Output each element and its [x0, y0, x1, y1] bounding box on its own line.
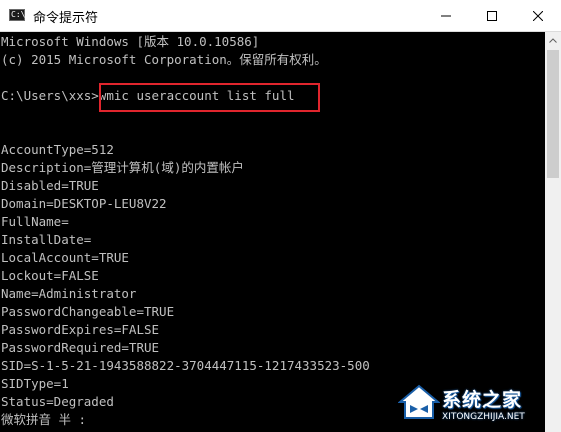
console-line: InstallDate= — [1, 232, 92, 247]
console-line: FullName= — [1, 214, 69, 229]
command-highlight-box — [99, 83, 320, 112]
console-line: LocalAccount=TRUE — [1, 250, 129, 265]
console-line: SIDType=1 — [1, 376, 69, 391]
console-line: Disabled=TRUE — [1, 178, 99, 193]
console-line: SID=S-1-5-21-1943588822-3704447115-12174… — [1, 358, 370, 373]
console-line: Status=Degraded — [1, 394, 114, 409]
console-line: AccountType=512 — [1, 142, 114, 157]
console-line: Description=管理计算机(域)的内置帐户 — [1, 160, 244, 175]
console-line: PasswordChangeable=TRUE — [1, 304, 175, 319]
minimize-icon — [441, 15, 451, 16]
close-icon — [533, 10, 543, 21]
house-logo-icon — [398, 384, 440, 419]
scroll-up-button[interactable] — [545, 32, 561, 48]
console-line: PasswordRequired=TRUE — [1, 340, 160, 355]
vertical-scrollbar[interactable] — [545, 32, 561, 432]
console-line: Microsoft Windows [版本 10.0.10586] — [1, 34, 260, 49]
ime-status-line: 微软拼音 半 : — [1, 412, 87, 427]
console-line: PasswordExpires=FALSE — [1, 322, 160, 337]
watermark-url: XITONGZHIJIA.NET — [442, 412, 525, 422]
maximize-button[interactable] — [469, 0, 515, 31]
chevron-up-icon — [549, 37, 557, 43]
console-line: Lockout=FALSE — [1, 268, 99, 283]
console-line: (c) 2015 Microsoft Corporation。保留所有权利。 — [1, 52, 327, 67]
watermark: 系统之家 XITONGZHIJIA.NET — [398, 382, 561, 432]
title-bar[interactable]: C:\ 命令提示符 — [0, 0, 561, 32]
close-button[interactable] — [515, 0, 561, 31]
maximize-icon — [487, 10, 497, 21]
command-prompt-window: C:\ 命令提示符 Microsoft Windows [版本 10.0.105… — [0, 0, 561, 432]
window-title: 命令提示符 — [33, 11, 99, 26]
console-line: Domain=DESKTOP-LEU8V22 — [1, 196, 167, 211]
console-line: Name=Administrator — [1, 286, 137, 301]
minimize-button[interactable] — [423, 0, 469, 31]
cmd-icon: C:\ — [9, 9, 26, 21]
scroll-thumb[interactable] — [547, 50, 559, 178]
console-output[interactable]: Microsoft Windows [版本 10.0.10586] (c) 20… — [0, 32, 545, 432]
watermark-title: 系统之家 — [442, 389, 523, 411]
